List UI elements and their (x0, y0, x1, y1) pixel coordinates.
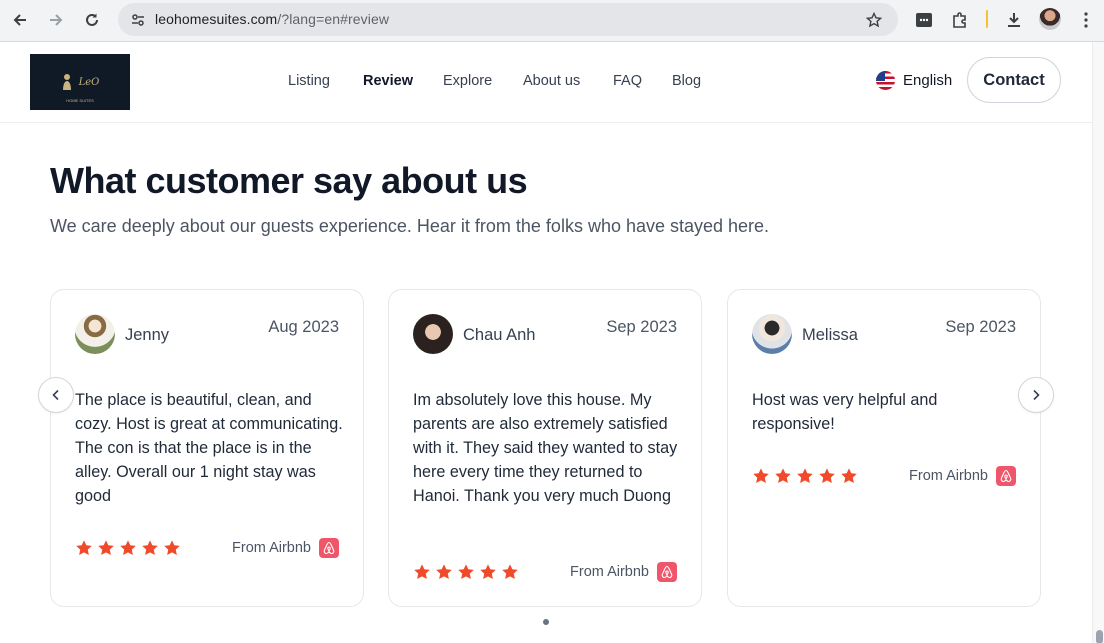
review-card: Chau Anh Sep 2023 Im absolutely love thi… (388, 289, 702, 607)
review-date: Aug 2023 (268, 318, 339, 336)
media-icon (916, 13, 932, 27)
star-icon (775, 468, 791, 484)
back-button[interactable] (6, 6, 34, 34)
language-selector[interactable]: English (876, 71, 952, 90)
carousel-prev-button[interactable] (38, 377, 74, 413)
section-subtitle: We care deeply about our guests experien… (50, 216, 770, 236)
review-card: Melissa Sep 2023 Host was very helpful a… (727, 289, 1041, 607)
extension-button[interactable] (910, 6, 938, 34)
star-rating (75, 539, 181, 557)
page-scrollbar[interactable] (1092, 42, 1104, 643)
avatar (752, 314, 792, 354)
star-rating (413, 563, 519, 581)
nav-blog[interactable]: Blog (672, 73, 701, 89)
url-path: /?lang=en#review (277, 11, 390, 27)
nav-listing[interactable]: Listing (288, 73, 330, 89)
nav-faq[interactable]: FAQ (613, 73, 642, 89)
language-label: English (903, 72, 953, 89)
source-label: From Airbnb (570, 564, 649, 580)
chevron-left-icon (52, 389, 59, 401)
reload-icon (86, 13, 98, 26)
browser-menu-button[interactable] (1072, 6, 1100, 34)
review-card: Jenny Aug 2023 The place is beautiful, c… (50, 289, 364, 607)
kebab-menu-icon (1084, 12, 1088, 28)
logo-text: LeO (78, 76, 100, 88)
site-header: LeO HOME SUITES Listing Review Explore A… (0, 42, 1092, 123)
address-bar[interactable]: leohomesuites.com/?lang=en#review (118, 3, 898, 36)
url-text: leohomesuites.com/?lang=en#review (155, 11, 389, 27)
forward-arrow-icon (50, 14, 63, 26)
star-icon (458, 564, 474, 580)
downloads-button[interactable] (1000, 6, 1028, 34)
avatar (75, 314, 115, 354)
star-icon (819, 468, 835, 484)
review-date: Sep 2023 (945, 318, 1016, 336)
nav-review[interactable]: Review (363, 73, 413, 89)
reviewer-name: Melissa (802, 326, 858, 344)
logo-figure-icon (62, 74, 71, 90)
site-logo[interactable]: LeO HOME SUITES (30, 54, 130, 110)
site-settings-icon[interactable] (126, 8, 150, 32)
star-icon (120, 540, 136, 556)
star-icon (753, 468, 769, 484)
logo-subtext: HOME SUITES (66, 98, 94, 103)
review-text: Host was very helpful and responsive! (752, 391, 938, 433)
review-source: From Airbnb (232, 538, 339, 558)
source-label: From Airbnb (232, 540, 311, 556)
reviewer-name: Chau Anh (463, 326, 536, 344)
review-source: From Airbnb (909, 466, 1016, 486)
review-text: Im absolutely love this house. My parent… (413, 391, 678, 505)
download-icon (1008, 13, 1020, 27)
reload-button[interactable] (78, 6, 106, 34)
review-source: From Airbnb (570, 562, 677, 582)
star-icon (76, 540, 92, 556)
toolbar-divider (986, 10, 988, 28)
us-flag-icon (876, 71, 895, 90)
review-date: Sep 2023 (606, 318, 677, 336)
airbnb-icon (319, 538, 339, 558)
star-icon (480, 564, 496, 580)
carousel-next-button[interactable] (1018, 377, 1054, 413)
browser-toolbar: leohomesuites.com/?lang=en#review (0, 0, 1104, 42)
airbnb-icon (657, 562, 677, 582)
extensions-button[interactable] (946, 6, 974, 34)
star-rating (752, 467, 858, 485)
forward-button[interactable] (42, 6, 70, 34)
chevron-right-icon (1033, 389, 1040, 401)
scrollbar-thumb[interactable] (1096, 630, 1103, 643)
bookmark-star-icon[interactable] (862, 8, 886, 32)
carousel-dot[interactable] (543, 619, 549, 625)
profile-avatar[interactable] (1039, 8, 1061, 30)
section-title: What customer say about us (50, 160, 528, 201)
contact-button[interactable]: Contact (967, 57, 1061, 103)
star-icon (436, 564, 452, 580)
star-icon (797, 468, 813, 484)
source-label: From Airbnb (909, 468, 988, 484)
nav-about-us[interactable]: About us (523, 73, 580, 89)
nav-explore[interactable]: Explore (443, 73, 492, 89)
airbnb-icon (996, 466, 1016, 486)
avatar (413, 314, 453, 354)
reviewer-name: Jenny (125, 326, 170, 344)
puzzle-icon (953, 12, 966, 28)
star-icon (164, 540, 180, 556)
star-icon (414, 564, 430, 580)
back-arrow-icon (13, 14, 26, 26)
star-icon (502, 564, 518, 580)
url-host: leohomesuites.com (155, 11, 278, 27)
star-icon (142, 540, 158, 556)
review-text: The place is beautiful, clean, and cozy.… (75, 391, 343, 505)
star-icon (841, 468, 857, 484)
star-icon (98, 540, 114, 556)
